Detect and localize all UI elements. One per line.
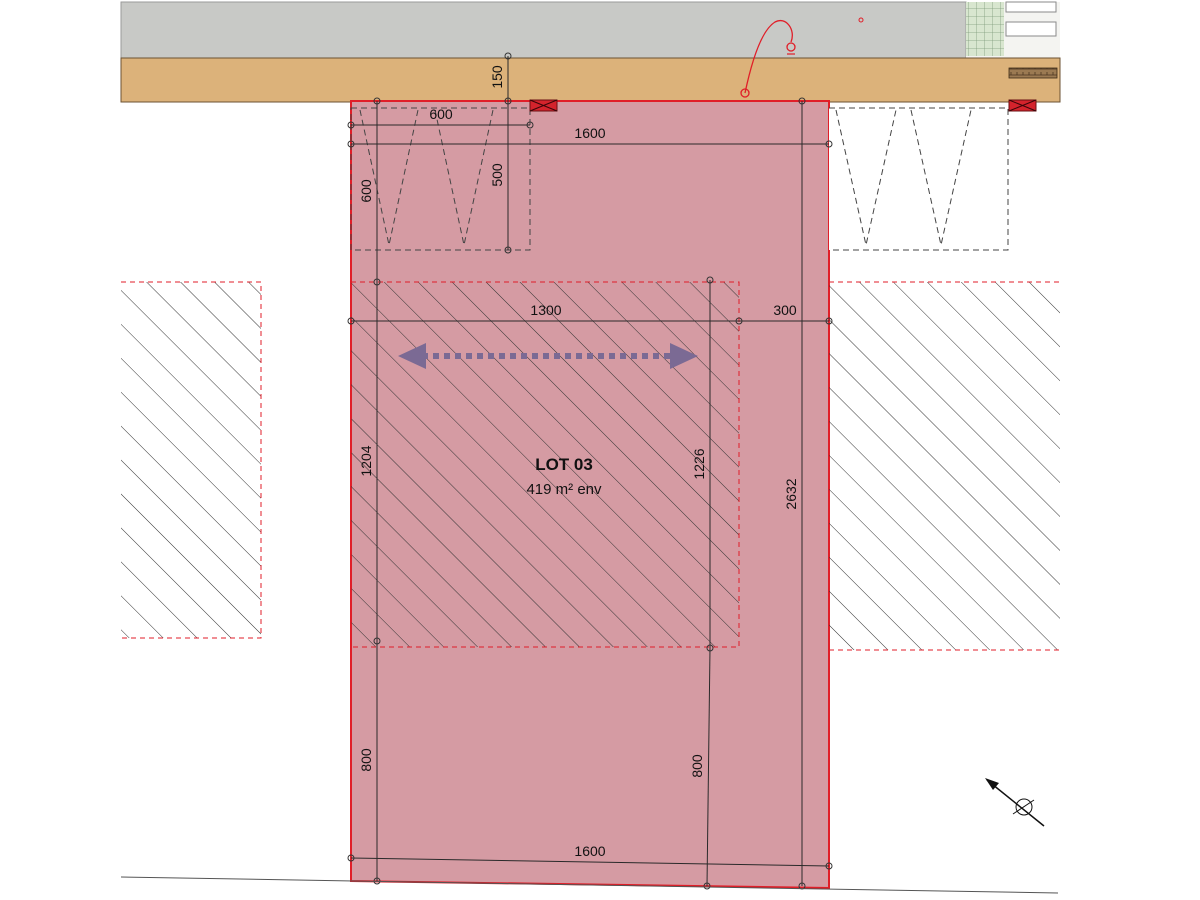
neighbour-building-zone-right (829, 281, 1060, 651)
access-marker-icon (529, 99, 558, 112)
neighbour-building-zone-left (121, 281, 262, 639)
dim-parking-depth-right: 500 (489, 163, 505, 187)
neighbour-parking (829, 107, 1009, 251)
gutter-grate (1008, 67, 1058, 79)
dim-rear-setback-left: 800 (358, 748, 374, 772)
paved-area (966, 2, 1004, 56)
road (120, 57, 1061, 103)
site-plan: 600 1600 150 500 600 1300 300 1204 1226 … (120, 1, 1061, 894)
sidewalk (120, 1, 967, 59)
dim-building-depth-left: 1204 (358, 445, 374, 476)
dim-parking-depth-left: 600 (358, 179, 374, 203)
dim-side-setback: 300 (773, 302, 797, 318)
neighbour-slot (1005, 1, 1057, 13)
neighbour-slot (1005, 21, 1057, 37)
north-arrow-icon (985, 778, 1045, 827)
dim-road-setback: 150 (489, 65, 505, 89)
dim-frontage-bottom: 1600 (574, 843, 605, 859)
dim-lot-depth: 2632 (783, 478, 799, 509)
access-marker-icon (1008, 99, 1037, 112)
dim-building-depth-right: 1226 (691, 448, 707, 479)
dim-rear-setback-right: 800 (689, 754, 705, 778)
lot-area: 419 m² env (526, 481, 602, 498)
dim-parking-width: 600 (429, 106, 453, 122)
dim-building-width: 1300 (530, 302, 561, 318)
lot-title: LOT 03 (535, 455, 593, 474)
dim-frontage-top: 1600 (574, 125, 605, 141)
